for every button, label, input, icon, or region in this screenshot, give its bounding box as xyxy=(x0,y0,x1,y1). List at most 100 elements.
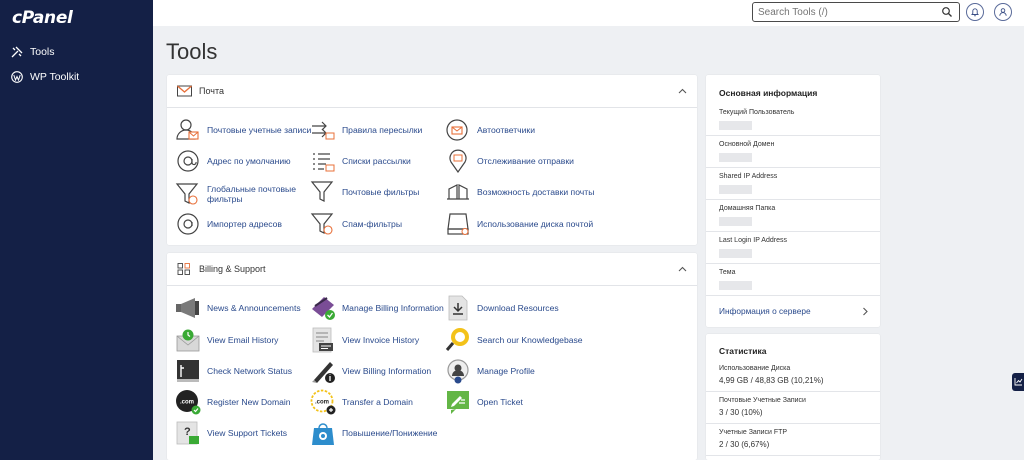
tool-label: Manage Billing Information xyxy=(342,303,444,313)
ticket-icon xyxy=(447,391,469,414)
tool-default-address[interactable]: Адрес по умолчанию xyxy=(175,148,291,174)
sidebar-item-wp-toolkit[interactable]: WP Toolkit xyxy=(11,71,79,83)
cpanel-logo[interactable]: cPanel xyxy=(12,8,73,28)
server-info-link[interactable]: Информация о сервере xyxy=(719,306,811,316)
notifications-button[interactable] xyxy=(966,3,984,21)
tool-label: Автоответчики xyxy=(477,125,535,135)
sidebar-item-tools[interactable]: Tools xyxy=(11,46,55,58)
tool-label: Отслеживание отправки xyxy=(477,156,574,166)
tool-label: Check Network Status xyxy=(207,366,293,376)
tool-email-filters[interactable]: Почтовые фильтры xyxy=(310,179,419,205)
tool-label: View Support Tickets xyxy=(207,428,288,438)
register-domain-icon: .com xyxy=(176,390,201,415)
network-status-icon xyxy=(177,360,199,382)
chevron-up-icon[interactable] xyxy=(678,87,687,96)
svg-text:.com: .com xyxy=(315,400,329,406)
tool-track-delivery[interactable]: Отслеживание отправки xyxy=(445,148,574,174)
tool-label: News & Announcements xyxy=(207,303,301,313)
side-panel-toggle[interactable] xyxy=(1012,373,1024,391)
tool-register-domain[interactable]: .com Register New Domain xyxy=(175,389,291,415)
tool-label: Импортер адресов xyxy=(207,219,282,229)
tool-label: Search our Knowledgebase xyxy=(477,335,583,345)
info-value-redacted xyxy=(719,217,752,226)
stat-label: Использование Диска xyxy=(719,365,791,372)
deliverability-icon xyxy=(447,184,469,200)
tool-disk-usage[interactable]: Использование диска почтой xyxy=(445,211,593,237)
billing-section: Billing & Support News & Announcements M… xyxy=(167,253,697,460)
stat-label: Почтовые Учетные Записи xyxy=(719,397,806,404)
search-icon[interactable] xyxy=(941,6,953,18)
email-filters-icon xyxy=(310,181,334,202)
info-label: Shared IP Address xyxy=(719,173,778,180)
email-section: Почта Почтовые учетные записи Правила пе… xyxy=(167,75,697,245)
tool-transfer-domain[interactable]: .com Transfer a Domain xyxy=(310,389,413,415)
tool-download-resources[interactable]: Download Resources xyxy=(445,295,559,321)
statistics-title: Статистика xyxy=(719,346,767,356)
tool-label: Повышение/Понижение xyxy=(342,428,438,438)
tool-label: View Billing Information xyxy=(342,366,432,376)
disk-usage-icon xyxy=(447,213,469,235)
info-label: Текущий Пользователь xyxy=(719,109,795,116)
info-value-redacted xyxy=(719,153,752,162)
tool-label: Почтовые учетные записи xyxy=(207,125,312,135)
email-history-icon xyxy=(176,329,200,352)
tool-view-billing-info[interactable]: View Billing Information xyxy=(310,358,431,384)
info-label: Домашняя Папка xyxy=(719,205,776,212)
default-address-icon xyxy=(177,150,199,172)
address-importer-icon xyxy=(177,213,199,235)
page-title: Tools xyxy=(166,39,218,64)
tool-label: Manage Profile xyxy=(477,366,535,376)
mailing-lists-icon xyxy=(313,153,335,172)
top-header xyxy=(153,0,1024,26)
billing-info-icon xyxy=(312,362,335,383)
stat-row-ftp-accounts: Учетные Записи FTP 2 / 30 (6,67%) xyxy=(706,424,880,456)
grid-icon xyxy=(177,263,190,275)
stat-row-email-accounts: Почтовые Учетные Записи 3 / 30 (10%) xyxy=(706,392,880,424)
tool-manage-profile[interactable]: Manage Profile xyxy=(445,358,535,384)
profile-icon xyxy=(447,359,469,384)
tool-label: Open Ticket xyxy=(477,397,523,407)
bell-icon xyxy=(971,8,979,17)
tool-email-accounts[interactable]: Почтовые учетные записи xyxy=(175,117,311,143)
tool-network-status[interactable]: Check Network Status xyxy=(175,358,292,384)
tool-knowledgebase[interactable]: Search our Knowledgebase xyxy=(445,327,583,353)
tool-label: Глобальные почтовые фильтры xyxy=(207,184,297,204)
info-label: Тема xyxy=(719,269,736,276)
billing-section-header[interactable]: Billing & Support xyxy=(167,253,697,286)
svg-text:.com: .com xyxy=(180,400,194,406)
tool-manage-billing[interactable]: Manage Billing Information xyxy=(310,295,444,321)
megaphone-icon xyxy=(176,298,199,318)
tool-spam-filters[interactable]: Спам-фильтры xyxy=(310,211,402,237)
info-row-theme: Тема xyxy=(706,264,880,296)
stat-row-disk-usage: Использование Диска 4,99 GB / 48,83 GB (… xyxy=(706,360,880,392)
stat-label: Учетные Записи FTP xyxy=(719,429,788,436)
tool-deliverability[interactable]: Возможность доставки почты xyxy=(445,179,594,205)
tool-support-tickets[interactable]: ? View Support Tickets xyxy=(175,420,287,446)
tool-label: Правила пересылки xyxy=(342,125,423,135)
spam-filters-icon xyxy=(310,213,334,235)
sidebar: cPanel Tools WP Toolkit xyxy=(0,0,153,460)
tool-label: Register New Domain xyxy=(207,397,291,407)
chevron-right-icon[interactable] xyxy=(862,307,869,316)
tool-mailing-lists[interactable]: Списки рассылки xyxy=(310,148,411,174)
tool-upgrade-downgrade[interactable]: Повышение/Понижение xyxy=(310,420,437,446)
user-menu-button[interactable] xyxy=(994,3,1012,21)
chart-icon xyxy=(1014,378,1023,386)
tool-address-importer[interactable]: Импортер адресов xyxy=(175,211,282,237)
track-delivery-icon xyxy=(449,149,467,174)
chevron-up-icon[interactable] xyxy=(678,265,687,274)
tool-forwarders[interactable]: Правила пересылки xyxy=(310,117,422,143)
stat-value: 3 / 30 (10%) xyxy=(719,408,763,417)
tool-global-filters[interactable]: Глобальные почтовые фильтры xyxy=(175,181,296,207)
tool-email-history[interactable]: View Email History xyxy=(175,327,278,353)
tool-label: Transfer a Domain xyxy=(342,397,413,407)
email-section-header[interactable]: Почта xyxy=(167,75,697,108)
upgrade-downgrade-icon xyxy=(312,423,334,445)
tool-news[interactable]: News & Announcements xyxy=(175,295,301,321)
tool-autoresponders[interactable]: Автоответчики xyxy=(445,117,535,143)
email-section-title: Почта xyxy=(199,86,224,96)
tool-invoice-history[interactable]: View Invoice History xyxy=(310,327,419,353)
search-input[interactable] xyxy=(753,3,939,21)
tool-open-ticket[interactable]: Open Ticket xyxy=(445,389,523,415)
download-icon xyxy=(448,295,468,321)
